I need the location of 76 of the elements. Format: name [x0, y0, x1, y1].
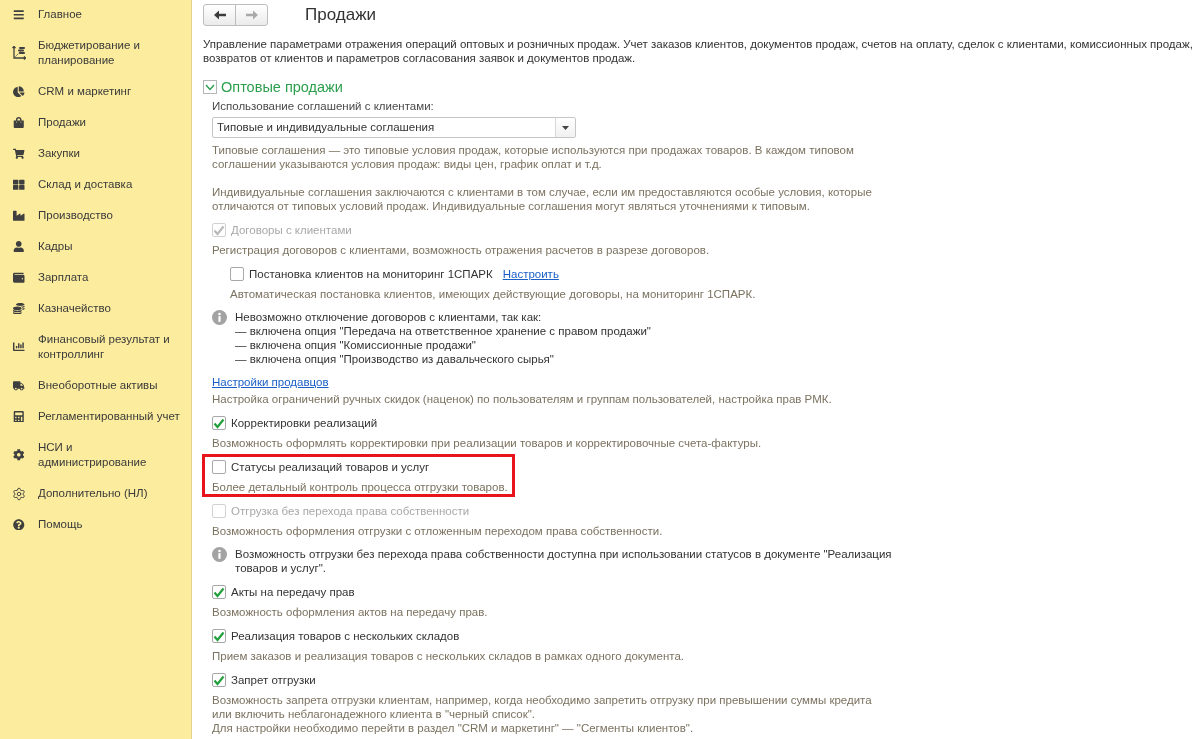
back-button[interactable] [203, 4, 236, 26]
checkmark-icon [213, 417, 225, 429]
wallet-icon [13, 271, 25, 284]
truck-icon [13, 379, 25, 392]
info-icon [212, 547, 227, 562]
gear-icon [13, 449, 25, 461]
checkmark-icon [213, 674, 225, 686]
checkbox[interactable] [212, 673, 226, 687]
hint-text: Возможность оформления отгрузки с отложенным переходом права собственности. [212, 524, 663, 538]
sidebar-item[interactable]: Продажи [0, 108, 191, 139]
checkbox-label: Корректировки реализаций [231, 416, 378, 430]
page-title: Продажи [305, 4, 376, 26]
settings-icon [12, 486, 26, 501]
checkmark-icon [213, 630, 225, 642]
hint-text: Типовые соглашения — это типовые условия продаж, которые используются при продажах товаров. В каждом типовом соглашении указываются условия продаж: виды цен, график оплат и т.д. Индивидуальные соглашения заключаются с клиентами в том случае, если им предоставляются особые условия, которые отличаются от типовых условий продаж. Индивидуальные соглашения могут являться уточнениями к типовым. [212, 143, 873, 213]
bar-chart-icon [13, 341, 25, 353]
checkbox-label: Акты на передачу прав [231, 585, 355, 599]
checkbox-label: Постановка клиентов на мониторинг 1СПАРК [249, 267, 493, 281]
sidebar-item[interactable]: Кадры [0, 232, 191, 263]
sidebar-item[interactable]: CRM и маркетинг [0, 77, 191, 108]
checkbox[interactable] [212, 585, 226, 599]
info-text: Возможность отгрузки без перехода права собственности доступна при использовании статусов в документе "Реализация товаров и услуг". [235, 547, 893, 575]
checkbox-label: Отгрузка без перехода права собственности [231, 504, 470, 518]
person-icon [13, 240, 25, 253]
factory-icon [13, 209, 25, 222]
hint-text: Возможность оформлять корректировки при реализации товаров и корректировочные счета-фактуры. [212, 436, 762, 450]
sidebar-item[interactable]: Склад и доставка [0, 170, 191, 201]
sidebar-item[interactable]: НСИ и администрирование [0, 433, 191, 479]
menu-icon [13, 8, 25, 21]
hint-text: Регистрация договоров с клиентами, возможность отражения расчетов в разрезе договоров. [212, 243, 710, 257]
hint-text: Прием заказов и реализация товаров с нескольких складов в рамках одного документа. [212, 649, 684, 663]
grid-icon [13, 178, 25, 191]
sidebar-item[interactable]: Зарплата [0, 263, 191, 294]
hint-text: Возможность оформления актов на передачу прав. [212, 605, 488, 619]
arrow-right-icon [245, 10, 258, 20]
checkbox-label: Договоры с клиентами [231, 223, 352, 237]
shopping-bag-icon [13, 116, 25, 129]
hint-text: Возможность запрета отгрузки клиентам, например, когда необходимо запретить отгрузку при превышении суммы кредита или включить неблагонадежного клиента в "черный список". Для настройки необходимо перейти в раздел "CRM и маркетинг" — "Сегменты клиентов". [212, 693, 873, 735]
sidebar-item[interactable]: Дополнительно (НЛ) [0, 479, 191, 510]
hint-text: Более детальный контроль процесса отгрузки товаров. [212, 480, 508, 494]
sidebar-item[interactable]: Закупки [0, 139, 191, 170]
hint-text: Настройка ограничений ручных скидок (наценок) по пользователям и группам пользователей, настройка прав РМК. [212, 392, 832, 406]
dropdown-button[interactable] [555, 118, 575, 137]
sidebar-item[interactable]: Помощь [0, 510, 191, 541]
help-icon [13, 518, 25, 531]
checkmark-icon [213, 224, 225, 236]
checkbox-label: Реализация товаров с нескольких складов [231, 629, 460, 643]
caret-icon [562, 125, 569, 130]
arrow-left-icon [213, 10, 226, 20]
hint-text: Автоматическая постановка клиентов, имеющих действующие договоры, на мониторинг 1СПАРК. [230, 287, 756, 301]
checkmark-icon [213, 586, 225, 598]
page-description: Управление параметрами отражения операций оптовых и розничных продаж. Учет заказов клиентов, документов продаж, счетов на оплату, сделок с клиентами, комиссионных продаж, возвратов от клиентов и параметров согласования заявок и документов продаж. [203, 37, 1194, 65]
sidebar-item[interactable]: Бюджетирование и планирование [0, 31, 191, 77]
info-icon [212, 310, 227, 325]
pie-chart-icon [13, 85, 25, 98]
checkbox[interactable] [212, 416, 226, 430]
calculator-icon [13, 410, 25, 423]
dropdown-field[interactable]: Типовые и индивидуальные соглашения [212, 117, 576, 138]
checkbox-label: Статусы реализаций товаров и услуг [231, 460, 430, 474]
coins-icon [13, 302, 25, 315]
checkbox[interactable] [212, 460, 226, 474]
sidebar-item[interactable]: Производство [0, 201, 191, 232]
sidebar-item[interactable]: Главное [0, 0, 191, 31]
cart-icon [13, 147, 25, 160]
field-label: Использование соглашений с клиентами: [212, 99, 434, 113]
info-text: Невозможно отключение договоров с клиентами, так как: — включена опция "Передача на ответственное хранение с правом продажи" — включена опция "Комиссионные продажи" — включена опция "Производство из давальческого сырья" [235, 310, 651, 366]
group-header[interactable]: Оптовые продажи [203, 78, 1196, 96]
link[interactable]: Настройки продавцов [212, 375, 329, 389]
chevron-down-icon[interactable] [203, 80, 217, 94]
checkbox[interactable] [212, 629, 226, 643]
sidebar-item[interactable]: Внеоборотные активы [0, 371, 191, 402]
checkbox-label: Запрет отгрузки [231, 673, 316, 687]
sidebar-item[interactable]: Казначейство [0, 294, 191, 325]
sidebar-item[interactable]: Регламентированный учет [0, 402, 191, 433]
sidebar-item[interactable]: Финансовый результат и контроллинг [0, 325, 191, 371]
chart-axes-icon [12, 46, 26, 60]
